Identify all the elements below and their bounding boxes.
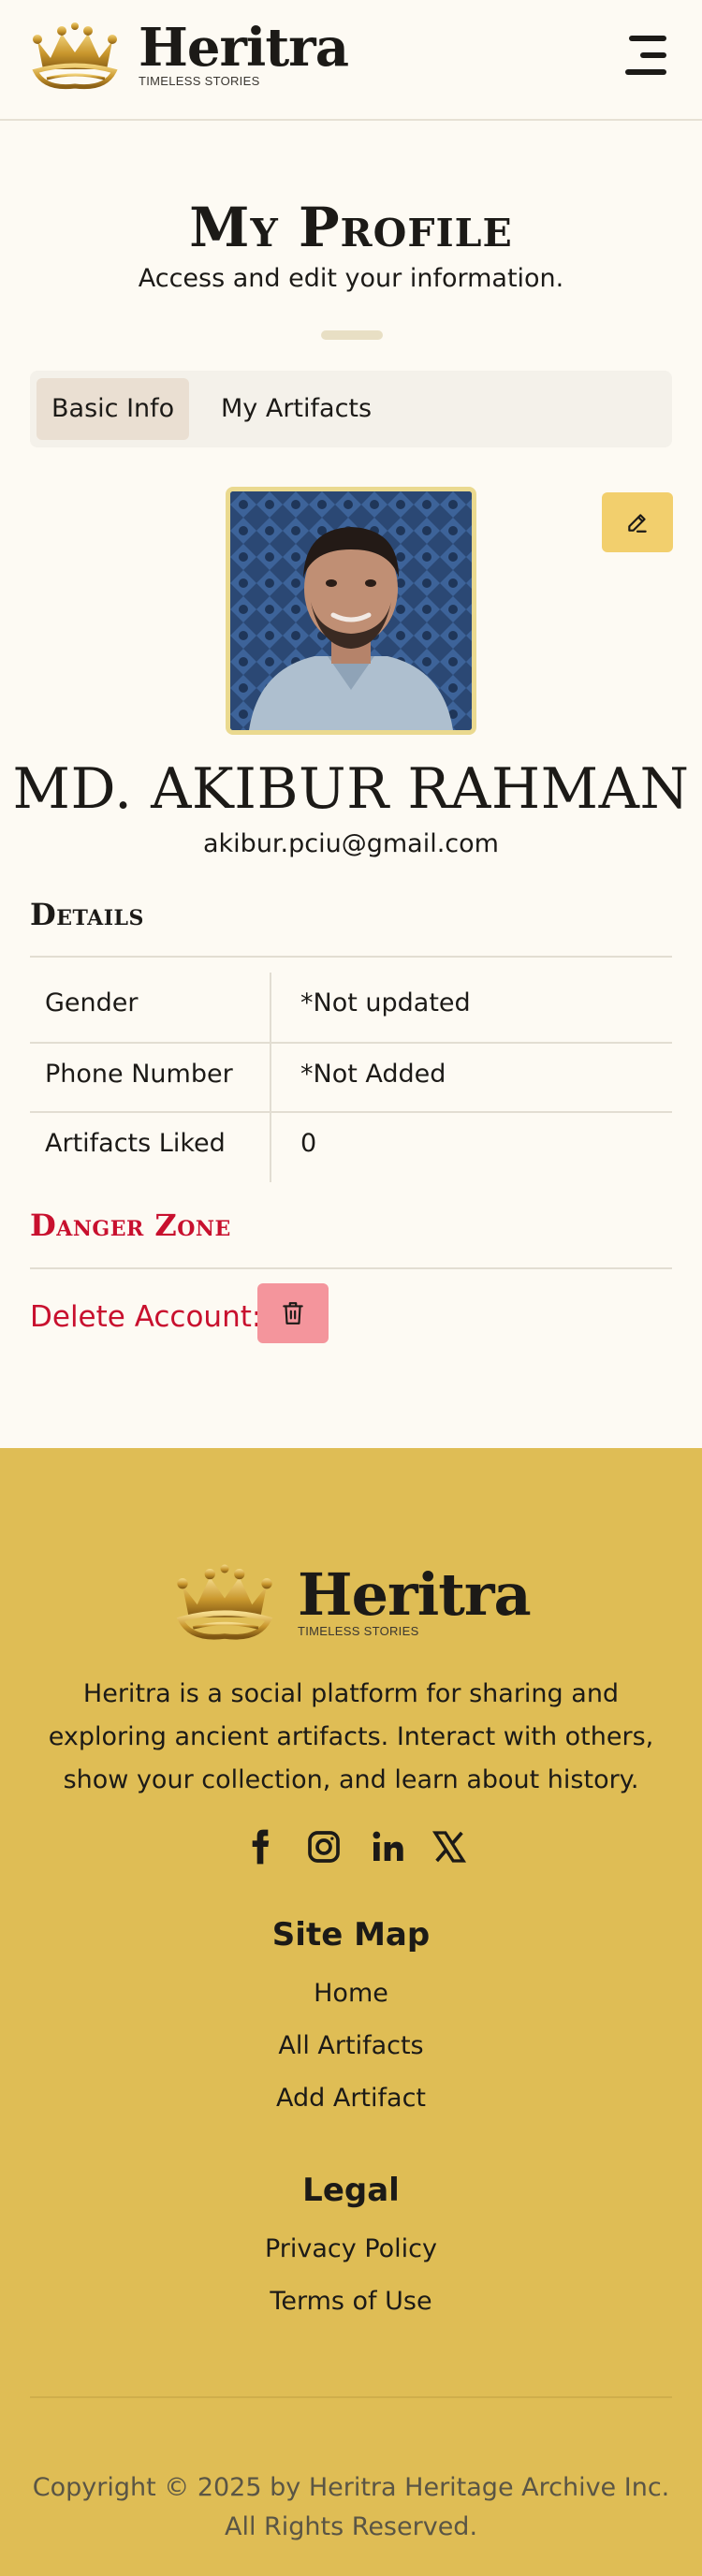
divider xyxy=(30,956,672,958)
x-icon[interactable] xyxy=(431,1828,468,1866)
pencil-icon xyxy=(628,514,647,533)
footer-link-all-artifacts[interactable]: All Artifacts xyxy=(0,2031,702,2060)
delete-account-button[interactable] xyxy=(257,1283,329,1343)
title-divider xyxy=(321,330,383,340)
crown-logo-icon xyxy=(176,1564,273,1640)
linkedin-icon[interactable] xyxy=(369,1828,406,1866)
edit-profile-button[interactable] xyxy=(602,492,673,552)
social-links xyxy=(241,1828,468,1869)
detail-label-artifacts-liked: Artifacts Liked xyxy=(45,1129,226,1158)
site-header: Heritra TIMELESS STORIES xyxy=(0,0,702,121)
site-footer: Heritra TIMELESS STORIES Heritra is a so… xyxy=(0,1448,702,2576)
trash-icon xyxy=(283,1302,303,1325)
details-table: Gender *Not updated Phone Number *Not Ad… xyxy=(30,973,672,1182)
footer-description: Heritra is a social platform for sharing… xyxy=(48,1679,654,1794)
profile-tabs: Basic Info My Artifacts xyxy=(30,371,672,447)
delete-account-label: Delete Account: xyxy=(30,1300,262,1334)
footer-link-add-artifact[interactable]: Add Artifact xyxy=(0,2084,702,2113)
footer-link-terms-of-use[interactable]: Terms of Use xyxy=(0,2287,702,2316)
detail-value-artifacts-liked: 0 xyxy=(300,1129,317,1158)
detail-label-phone: Phone Number xyxy=(45,1060,233,1089)
copyright-text: Copyright © 2025 by Heritra Heritage Arc… xyxy=(32,2473,670,2541)
footer-link-privacy-policy[interactable]: Privacy Policy xyxy=(0,2234,702,2263)
sitemap-heading: Site Map xyxy=(271,1916,431,1954)
table-row: Artifacts Liked 0 xyxy=(30,1111,672,1182)
table-row: Phone Number *Not Added xyxy=(30,1042,672,1113)
avatar xyxy=(226,487,476,735)
footer-brand-logo[interactable]: Heritra TIMELESS STORIES xyxy=(174,1559,532,1645)
detail-value-gender: *Not updated xyxy=(300,988,471,1017)
tab-my-artifacts[interactable]: My Artifacts xyxy=(206,378,387,440)
profile-email: akibur.pciu@gmail.com xyxy=(203,829,499,858)
divider xyxy=(30,1267,672,1269)
details-heading: Details xyxy=(30,897,144,932)
crown-logo-icon xyxy=(32,22,118,90)
hamburger-menu-icon[interactable] xyxy=(622,36,666,75)
instagram-icon[interactable] xyxy=(305,1828,343,1866)
detail-value-phone: *Not Added xyxy=(300,1060,446,1089)
page-title: My Profile xyxy=(189,196,513,259)
brand-name: Heritra xyxy=(139,16,349,79)
divider xyxy=(30,2396,672,2398)
table-row: Gender *Not updated xyxy=(30,973,672,1042)
footer-link-home[interactable]: Home xyxy=(0,1979,702,2008)
legal-heading: Legal xyxy=(302,2172,400,2209)
footer-brand-name: Heritra xyxy=(298,1559,532,1629)
danger-zone-heading: Danger Zone xyxy=(30,1208,231,1243)
page-subtitle: Access and edit your information. xyxy=(138,264,564,293)
profile-name: MD. AKIBUR RAHMAN xyxy=(12,756,690,822)
tab-basic-info[interactable]: Basic Info xyxy=(37,378,190,440)
brand-logo[interactable]: Heritra TIMELESS STORIES xyxy=(30,16,349,92)
detail-label-gender: Gender xyxy=(45,988,139,1017)
facebook-icon[interactable] xyxy=(241,1828,279,1866)
